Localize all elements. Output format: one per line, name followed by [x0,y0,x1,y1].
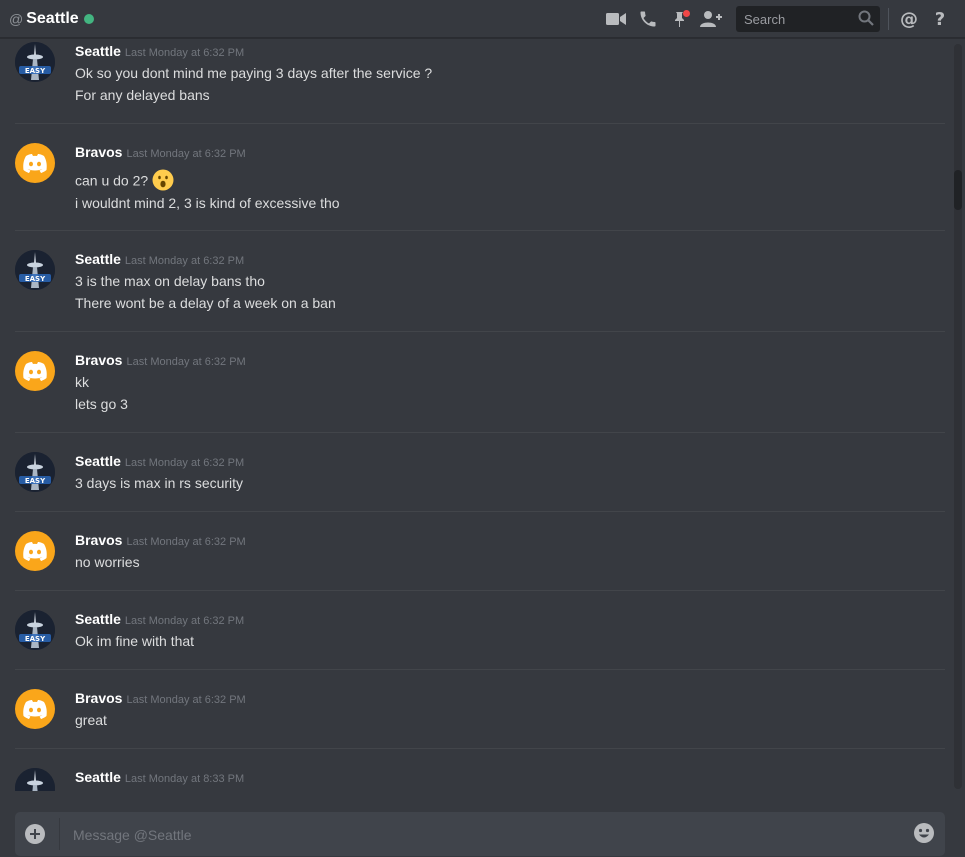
online-status-indicator [83,13,94,24]
message-timestamp: Last Monday at 8:33 PM [124,773,245,785]
message-text: i wouldnt mind 2, 3 is kind of excessive… [75,195,340,211]
message-group: Bravos Last Monday at 6:32 PM great [15,689,945,739]
message-timestamp: Last Monday at 6:32 PM [124,457,245,469]
message-input[interactable] [71,823,895,847]
message-author[interactable]: Bravos Last Monday at 6:32 PM [75,531,246,551]
message-timestamp: Last Monday at 6:32 PM [126,694,246,706]
message-text: There wont be a delay of a week on a ban [75,295,336,311]
message-timestamp: Last Monday at 6:32 PM [126,148,246,160]
svg-text:@: @ [900,9,918,29]
avatar-bravos[interactable] [15,531,55,571]
message-group: EASY SeattleLast Monday at 8:33 PM [15,768,945,791]
message-timestamp: Last Monday at 6:32 PM [124,615,245,627]
channel-name: Seattle [26,9,79,27]
message-group: Bravos Last Monday at 6:32 PM no worries [15,531,945,581]
message-timestamp: Last Monday at 6:32 PM [126,536,246,548]
message-text: great [75,712,107,728]
message-divider [15,748,945,749]
avatar-seattle[interactable]: EASY [15,250,55,290]
channel-header: @ Seattle @ ? [0,0,965,38]
scrollbar-thumb[interactable] [954,170,962,210]
discord-logo-icon [23,700,47,719]
svg-text:EASY: EASY [25,635,46,643]
message-author[interactable]: Bravos Last Monday at 6:32 PM [75,351,246,371]
add-friend-icon[interactable] [700,8,722,30]
add-attachment-icon[interactable] [25,824,45,844]
discord-logo-icon [23,154,47,173]
message-divider [15,230,945,231]
voice-call-icon[interactable] [637,8,659,30]
scrollbar-track[interactable] [954,44,962,789]
header-divider [888,8,889,30]
message-group: Bravos Last Monday at 6:32 PM kk lets go … [15,351,945,421]
message-author[interactable]: Seattle Last Monday at 6:32 PM [75,42,244,62]
message-divider [15,669,945,670]
emoji-picker-icon[interactable] [913,822,935,844]
message-text: 3 days is max in rs security [75,475,244,491]
message-group: EASY Seattle Last Monday at 6:32 PM 3 day… [15,452,945,502]
svg-text:EASY: EASY [25,67,46,75]
message-text: Ok so you dont mind me paying 3 days aft… [75,65,433,81]
message-divider [15,590,945,591]
avatar-bravos[interactable] [15,143,55,183]
avatar-seattle[interactable]: EASY [15,452,55,492]
message-text: can u do 2? [75,169,174,195]
avatar-bravos[interactable] [15,689,55,729]
message-text: Ok im fine with that [75,633,195,649]
message-divider [15,331,945,332]
at-symbol: @ [9,10,24,27]
message-divider [15,432,945,433]
discord-logo-icon [23,362,47,381]
avatar-bravos[interactable] [15,351,55,391]
message-author[interactable]: Seattle Last Monday at 8:33 PM [75,768,244,788]
avatar-seattle[interactable]: EASY [15,42,55,82]
svg-text:?: ? [935,9,945,29]
composer-divider [59,818,60,850]
message-timestamp: Last Monday at 6:32 PM [124,255,245,267]
message-timestamp: Last Monday at 6:32 PM [124,47,245,59]
pinned-messages-icon[interactable] [670,8,692,30]
message-text: For any delayed bans [75,87,210,103]
message-divider [15,511,945,512]
help-icon[interactable]: ? [929,8,951,30]
message-divider [15,123,945,124]
message-text: no worries [75,554,140,570]
message-text: kk [75,374,89,390]
message-timestamp: Last Monday at 6:32 PM [126,356,246,368]
message-author[interactable]: Seattle Last Monday at 6:32 PM [75,250,244,270]
message-group: EASY Seattle Last Monday at 6:32 PM 3 is … [15,250,945,320]
astonished-face-emoji[interactable] [152,169,174,195]
discord-logo-icon [23,542,47,561]
avatar-seattle[interactable]: EASY [15,610,55,650]
message-author[interactable]: Bravos Last Monday at 6:32 PM [75,143,246,163]
video-call-icon[interactable] [605,8,627,30]
message-author[interactable]: Seattle Last Monday at 6:32 PM [75,452,244,472]
search-input[interactable] [742,10,858,28]
search-box[interactable] [736,6,880,32]
message-text: 3 is the max on delay bans tho [75,273,265,289]
svg-text:EASY: EASY [25,275,46,283]
message-author[interactable]: Bravos Last Monday at 6:32 PM [75,689,246,709]
mentions-icon[interactable]: @ [898,8,920,30]
message-group: Bravos Last Monday at 6:32 PM can u do 2?… [15,143,945,223]
message-text: lets go 3 [75,396,128,412]
message-list[interactable]: EASY Seattle Last Monday at 6:32 PM Ok so… [0,39,952,791]
message-composer [15,812,945,856]
message-author[interactable]: Seattle Last Monday at 6:32 PM [75,610,244,630]
svg-text:EASY: EASY [25,477,46,485]
search-icon[interactable] [858,10,874,31]
message-group: EASY Seattle Last Monday at 6:32 PM Ok im… [15,610,945,660]
avatar-seattle[interactable]: EASY [15,768,55,791]
message-group: EASY Seattle Last Monday at 6:32 PM Ok so… [15,42,945,112]
